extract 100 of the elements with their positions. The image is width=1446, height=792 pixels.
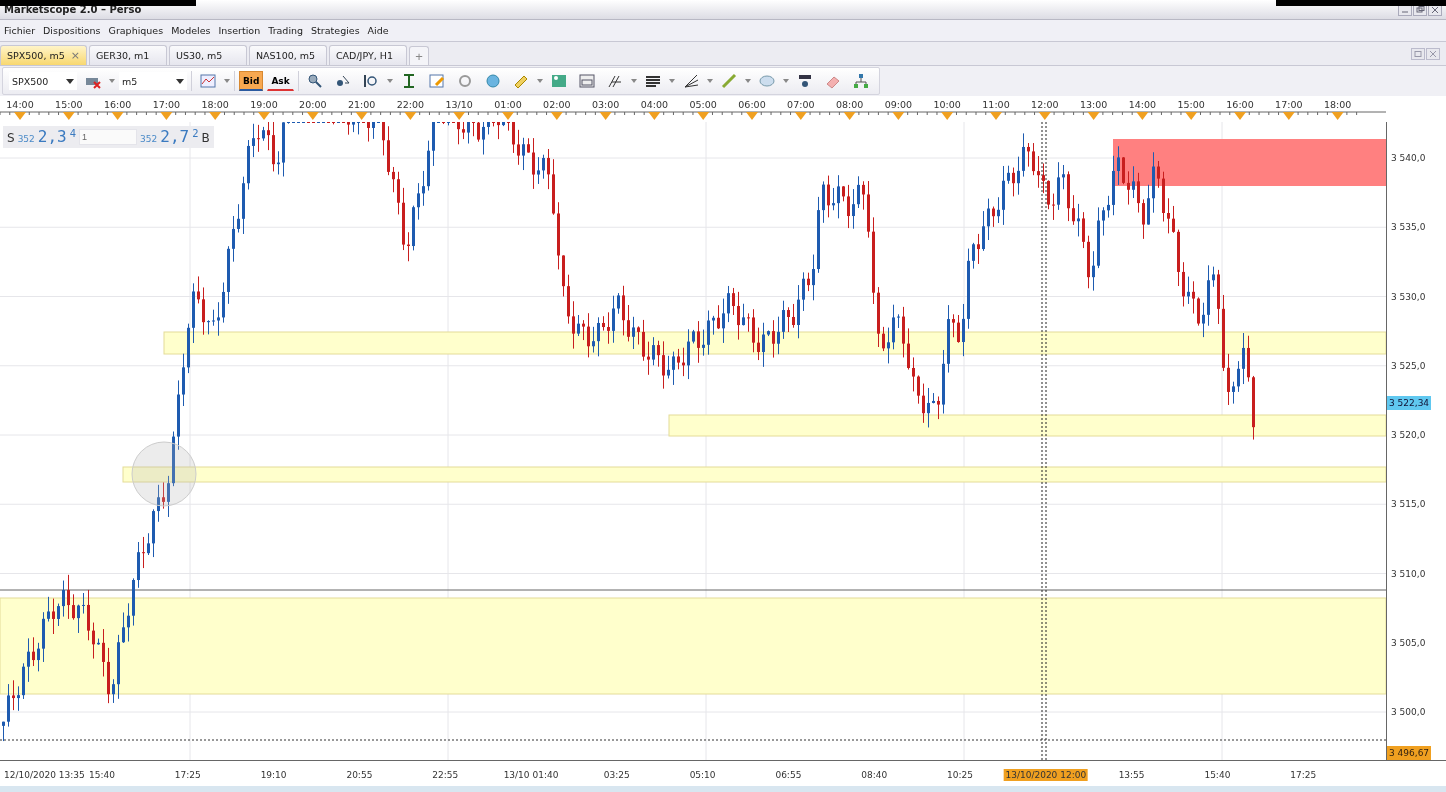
time-label: 09:00 [884, 99, 913, 110]
chart-tab[interactable]: GER30, m1 [88, 45, 167, 65]
price-label: 3 505,0 [1391, 636, 1426, 650]
tree-icon[interactable] [851, 72, 870, 90]
ellipse-icon[interactable] [757, 72, 776, 90]
price-label: 3 500,0 [1391, 706, 1426, 719]
date-label: 12/10/2020 13:35 [3, 769, 86, 781]
time-label: 15:00 [55, 99, 83, 110]
maximize-icon[interactable] [1411, 47, 1425, 60]
date-label: 06:55 [774, 769, 803, 781]
circle-marker [131, 441, 197, 507]
time-label: 04:00 [640, 99, 669, 110]
price-label: 3 515,0 [1391, 498, 1426, 512]
price-label: 3 510,0 [1391, 567, 1426, 581]
search-icon[interactable] [305, 72, 324, 90]
menu-item[interactable]: Insertion [214, 25, 265, 36]
restore-icon[interactable] [1413, 3, 1427, 16]
time-label: 10:00 [933, 99, 961, 110]
time-label: 21:00 [347, 99, 376, 110]
close-icon[interactable] [1428, 3, 1442, 16]
time-label: 13/10 [445, 99, 473, 110]
sell-label: S [7, 130, 15, 147]
date-label: 13/10/2020 12:00 [1003, 769, 1089, 781]
price-label: 3 520,0 [1391, 429, 1426, 442]
price-label: 3 540,0 [1391, 152, 1426, 165]
time-label: 12:00 [1031, 99, 1059, 110]
note-icon[interactable] [427, 72, 446, 90]
time-label: 11:00 [982, 99, 1010, 110]
menu-item[interactable]: Dispositions [39, 25, 105, 36]
date-label: 08:40 [860, 769, 889, 781]
tab-label: NAS100, m5 [255, 50, 316, 61]
price-label: 3 530,0 [1391, 290, 1426, 304]
buy-price-prefix: 352 [140, 133, 158, 146]
date-label: 20:55 [345, 769, 374, 781]
menu-item[interactable]: Trading [264, 25, 308, 36]
time-label: 14:00 [1128, 99, 1157, 110]
time-label: 22:00 [396, 99, 425, 110]
tab-label: CAD/JPY, H1 [335, 50, 393, 61]
symbol-dropdown[interactable]: SPX500 [9, 72, 77, 90]
time-label: 05:00 [689, 99, 717, 110]
buy-label: B [201, 130, 210, 147]
tab-label: US30, m5 [175, 50, 223, 61]
tab-close-button[interactable]: × [70, 49, 80, 62]
chart-tab[interactable]: SPX500, m5 × [0, 45, 87, 65]
price-toggle[interactable]: Bid [239, 71, 264, 91]
date-label: 19:10 [259, 769, 288, 781]
time-label: 03:00 [591, 99, 620, 110]
tab-label: GER30, m1 [95, 50, 150, 61]
date-label: 13/10 01:40 [502, 769, 560, 781]
price-marker-tag: 3 496,67 [1387, 746, 1432, 760]
time-label: 01:00 [494, 99, 522, 110]
menu-item[interactable]: Strategies [307, 25, 364, 36]
menu-item[interactable]: Aide [363, 25, 393, 36]
date-label: 15:40 [1203, 769, 1232, 781]
menu-item[interactable]: Graphiques [104, 25, 168, 36]
date-label: 22:55 [431, 769, 460, 781]
time-label: 16:00 [1226, 99, 1254, 110]
price-label: 3 535,0 [1391, 221, 1426, 235]
time-label: 14:00 [6, 99, 34, 110]
window-icon[interactable] [577, 72, 596, 90]
time-label: 18:00 [1323, 99, 1352, 110]
date-label: 05:10 [688, 769, 717, 781]
menu-item[interactable]: Modeles [167, 25, 215, 36]
time-label: 18:00 [201, 99, 229, 110]
tab-label: SPX500, m5 [7, 50, 65, 61]
time-label: 15:00 [1177, 99, 1205, 110]
time-label: 20:00 [299, 99, 327, 110]
time-label: 02:00 [543, 99, 571, 110]
chart-type-icon[interactable] [199, 72, 217, 90]
buy-pip: 2 [192, 127, 199, 141]
timeframe-dropdown[interactable]: m5 [119, 72, 187, 90]
time-label: 17:00 [152, 99, 181, 110]
buy-price: 2,7 [160, 126, 190, 148]
chart-tab[interactable]: CAD/JPY, H1 [328, 45, 407, 65]
amount-field[interactable]: 1 [79, 129, 138, 145]
current-price-tag: 3 522,34 [1387, 395, 1432, 410]
date-label: 17:25 [173, 769, 202, 781]
time-label: 16:00 [103, 99, 132, 110]
sell-pip: 4 [69, 127, 77, 141]
time-label: 17:00 [1275, 99, 1303, 110]
caret-icon[interactable] [66, 78, 74, 84]
sell-price-prefix: 352 [17, 133, 35, 146]
time-label: 06:00 [738, 99, 766, 110]
minimize-icon[interactable] [1398, 3, 1412, 16]
chart-tab[interactable]: US30, m5 [168, 45, 247, 65]
chart-tab[interactable]: NAS100, m5 [248, 45, 327, 65]
caret-icon[interactable] [176, 78, 184, 84]
time-label: 07:00 [787, 99, 815, 110]
time-label: 08:00 [835, 99, 864, 110]
price-toggle[interactable]: Ask [267, 71, 294, 91]
time-label: 13:00 [1079, 99, 1108, 110]
date-label: 17:25 [1289, 769, 1318, 781]
menu-item[interactable]: Fichier [0, 25, 40, 36]
date-label: 03:25 [602, 769, 631, 781]
date-label: 15:40 [88, 769, 116, 781]
time-label: 19:00 [250, 99, 278, 110]
image-icon[interactable] [549, 72, 568, 90]
pencil-icon[interactable] [719, 72, 738, 90]
date-label: 10:25 [946, 769, 974, 781]
price-label: 3 525,0 [1391, 359, 1426, 373]
